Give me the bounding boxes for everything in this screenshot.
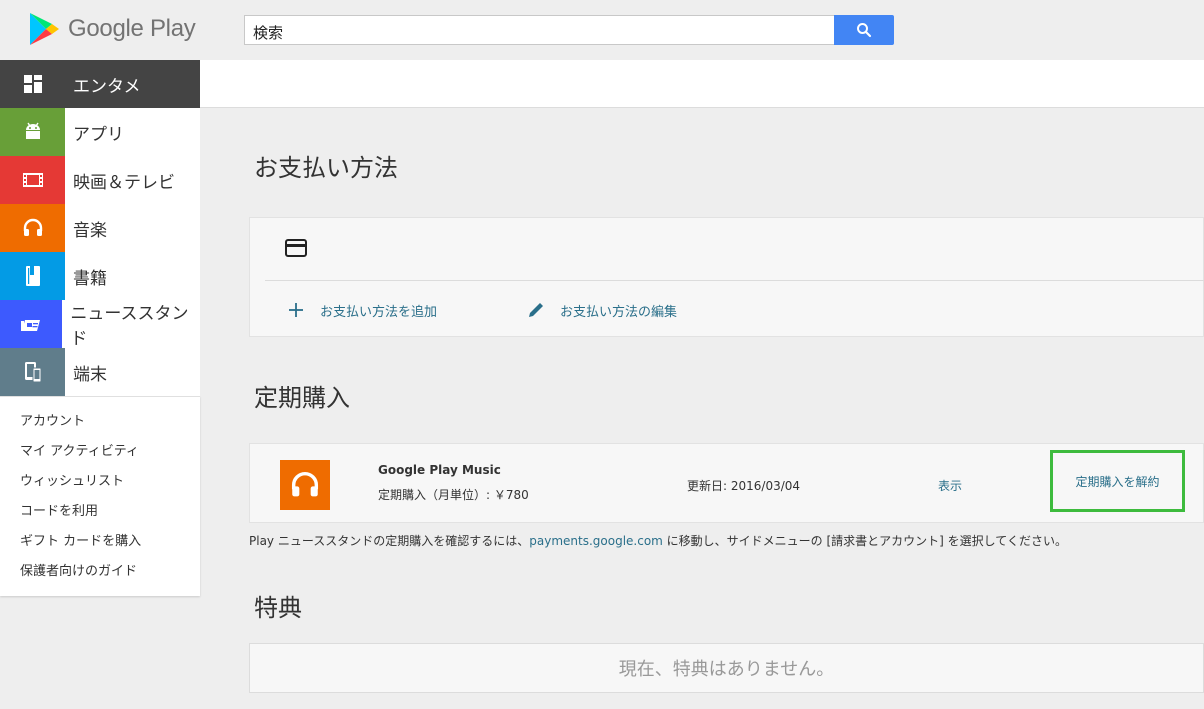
edit-payment-method-label: お支払い方法の編集 [560, 304, 678, 320]
sidebar-item-label: 音楽 [73, 220, 107, 241]
sidebar-item-label: アプリ [73, 124, 124, 145]
subscription-renewal-date: 更新日: 2016/03/04 [687, 479, 801, 493]
payment-methods-card: お支払い方法を追加 お支払い方法の編集 [249, 217, 1204, 337]
subscriptions-title: 定期購入 [254, 384, 350, 412]
sidebar-item-label: 書籍 [73, 268, 107, 289]
newsstand-note: Play ニューススタンドの定期購入を確認するには、payments.googl… [249, 532, 1067, 549]
grid-icon [0, 60, 65, 108]
payment-methods-title: お支払い方法 [254, 154, 398, 182]
sidebar: エンタメ アプリ 映画＆テレビ 音楽 書籍 ニューススタンド 端末 アカウント … [0, 60, 200, 596]
cancel-subscription-label: 定期購入を解約 [1075, 474, 1160, 489]
sidebar-item-music[interactable]: 音楽 [0, 204, 200, 252]
play-music-app-icon [280, 460, 330, 510]
sidebar-item-newsstand[interactable]: ニューススタンド [0, 300, 200, 349]
edit-payment-method-button[interactable]: お支払い方法の編集 [526, 300, 677, 320]
book-icon [0, 252, 65, 300]
subscription-price: 定期購入（月単位）: ￥780 [378, 488, 529, 502]
sidebar-item-label: ニューススタンド [70, 304, 189, 349]
sidebar-item-label: 端末 [73, 364, 107, 385]
headphones-icon [0, 204, 65, 252]
header: Google Play 検索 [0, 0, 1204, 60]
wishlist-link[interactable]: ウィッシュリスト [0, 469, 200, 499]
pencil-icon [529, 303, 543, 317]
payments-link[interactable]: payments.google.com [529, 534, 663, 548]
subscription-item: Google Play Music 定期購入（月単位）: ￥780 更新日: 2… [249, 443, 1204, 523]
device-icon [0, 348, 65, 396]
film-icon [0, 156, 65, 204]
cancel-subscription-button[interactable]: 定期購入を解約 [1050, 450, 1185, 512]
sidebar-item-label: エンタメ [73, 76, 141, 97]
play-triangle-icon [30, 13, 59, 45]
rewards-title: 特典 [254, 594, 302, 622]
redeem-code-link[interactable]: コードを利用 [0, 499, 200, 529]
search-input[interactable]: 検索 [244, 15, 835, 45]
my-activity-link[interactable]: マイ アクティビティ [0, 439, 200, 469]
parent-guide-link[interactable]: 保護者向けのガイド [0, 559, 200, 589]
sidebar-links: アカウント マイ アクティビティ ウィッシュリスト コードを利用 ギフト カード… [0, 396, 200, 596]
headphones-icon [291, 472, 319, 497]
search-icon [857, 23, 872, 38]
account-link[interactable]: アカウント [0, 409, 200, 439]
newsstand-icon [0, 300, 63, 348]
top-bar [200, 60, 1204, 108]
subscription-name: Google Play Music [378, 463, 501, 477]
credit-card-icon [285, 239, 307, 261]
search-button[interactable] [834, 15, 894, 45]
android-icon [0, 108, 65, 156]
rewards-empty-box: 現在、特典はありません。 [249, 643, 1204, 693]
sidebar-item-movies-tv[interactable]: 映画＆テレビ [0, 156, 200, 204]
sidebar-item-entertainment[interactable]: エンタメ [0, 60, 200, 108]
sidebar-item-apps[interactable]: アプリ [0, 108, 200, 156]
sidebar-item-label: 映画＆テレビ [73, 172, 175, 193]
note-text-before: Play ニューススタンドの定期購入を確認するには、 [249, 534, 530, 548]
note-text-after: に移動し、サイドメニューの [請求書とアカウント] を選択してください。 [662, 534, 1067, 548]
buy-gift-card-link[interactable]: ギフト カードを購入 [0, 529, 200, 559]
rewards-empty-text: 現在、特典はありません。 [618, 659, 835, 680]
plus-icon [289, 303, 303, 317]
divider [265, 280, 1204, 281]
logo-text: Google Play [68, 15, 196, 42]
view-subscription-link[interactable]: 表示 [938, 477, 962, 494]
add-payment-method-label: お支払い方法を追加 [320, 304, 438, 320]
google-play-logo[interactable]: Google Play [28, 12, 196, 46]
sidebar-item-devices[interactable]: 端末 [0, 348, 200, 396]
sidebar-item-books[interactable]: 書籍 [0, 252, 200, 300]
add-payment-method-button[interactable]: お支払い方法を追加 [286, 300, 437, 320]
